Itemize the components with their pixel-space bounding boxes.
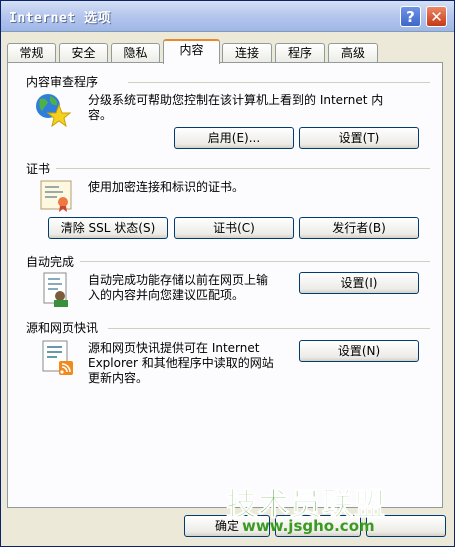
tab-privacy[interactable]: 隐私: [111, 43, 160, 63]
autocomplete-form-icon: [43, 272, 68, 307]
section-title-certificates: 证书: [26, 162, 51, 176]
certificate-icon: [40, 180, 72, 212]
watermark-logo: 技术员联盟 www.jsgho.com: [226, 479, 454, 539]
tab-content[interactable]: 内容: [163, 39, 220, 64]
section-title-autocomplete: 自动完成: [26, 255, 75, 269]
enable-button[interactable]: 启用(E)...: [174, 127, 294, 149]
internet-options-dialog: Internet 选项 ? ✕ 常规 安全 隐私 内容 连接 程序 高级 内容审…: [0, 0, 455, 547]
publishers-button[interactable]: 发行者(B): [299, 217, 419, 239]
watermark-url: www.jsgho.com: [242, 517, 375, 535]
clear-ssl-state-button[interactable]: 清除 SSL 状态(S): [48, 217, 168, 239]
section-title-content-advisor: 内容审查程序: [26, 75, 99, 89]
content-advisor-description-line2: 容。: [88, 108, 113, 122]
feeds-description-line3: 更新内容。: [88, 371, 149, 385]
separator: [56, 168, 430, 169]
feeds-description-line2: Explorer 和其他程序中读取的网站: [88, 356, 274, 370]
help-button[interactable]: ?: [400, 6, 421, 27]
tab-security[interactable]: 安全: [59, 43, 108, 63]
autocomplete-settings-button[interactable]: 设置(I): [299, 272, 419, 294]
certificates-button[interactable]: 证书(C): [174, 217, 294, 239]
tab-general[interactable]: 常规: [7, 43, 56, 63]
feeds-settings-button[interactable]: 设置(N): [299, 340, 419, 362]
feeds-icon: [42, 340, 73, 375]
content-advisor-description-line1: 分级系统可帮助您控制在该计算机上看到的 Internet 内: [88, 93, 384, 107]
close-button[interactable]: ✕: [426, 6, 447, 27]
separator: [80, 261, 430, 262]
window-title: Internet 选项: [9, 11, 111, 26]
separator: [128, 82, 430, 83]
content-advisor-settings-button[interactable]: 设置(T): [299, 127, 419, 149]
tab-connections[interactable]: 连接: [222, 43, 272, 63]
tab-advanced[interactable]: 高级: [328, 43, 378, 63]
autocomplete-description-line2: 入的内容并向您建议匹配项。: [88, 288, 245, 302]
globe-star-icon: [36, 94, 72, 127]
certificates-description: 使用加密连接和标识的证书。: [88, 180, 245, 194]
autocomplete-description-line1: 自动完成功能存储以前在网页上输: [88, 273, 269, 287]
content-tab-panel: 内容审查程序 分级系统可帮助您控制在该计算机上看到的 Internet 内 容。…: [7, 62, 443, 508]
section-title-feeds: 源和网页快讯: [26, 321, 99, 335]
separator: [108, 328, 430, 329]
tab-programs[interactable]: 程序: [275, 43, 325, 63]
title-bar: Internet 选项 ? ✕: [1, 1, 454, 32]
feeds-description-line1: 源和网页快讯提供可在 Internet: [88, 341, 260, 355]
